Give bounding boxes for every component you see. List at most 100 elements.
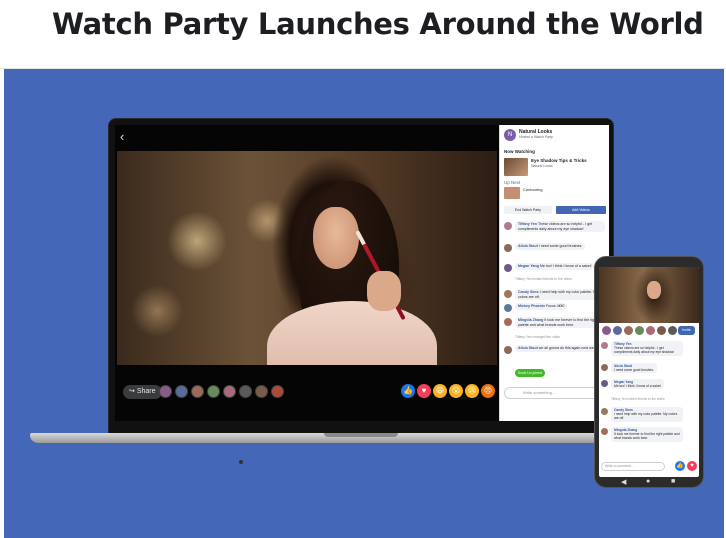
headline: Watch Party Launches Around the World [52,7,704,41]
commenter-avatar[interactable] [504,244,512,252]
love-reaction-icon[interactable]: ♥ [417,384,431,398]
phone-viewer-avatar[interactable] [646,326,655,335]
phone-commenter-avatar[interactable] [601,408,608,415]
phone-viewer-avatar[interactable] [657,326,666,335]
video-subject-shoulder [267,301,437,365]
haha-reaction-icon[interactable]: 😆 [433,384,447,398]
phone-invite-notice: Tiffany Yen invited friends to the video [611,397,665,401]
commenter-name[interactable]: Mingola Zhang [518,318,544,322]
comment-bubble: Mingola Zhang It took me forever to find… [515,317,605,329]
now-watching-subtitle: Natural Looks [531,164,553,168]
share-button[interactable]: ↪ Share [123,385,162,399]
phone-viewer-avatar[interactable] [613,326,622,335]
commenter-avatar[interactable] [504,304,512,312]
video-player[interactable] [117,151,497,365]
viewer-avatar[interactable] [175,385,188,398]
commenter-avatar[interactable] [504,318,512,326]
sad-reaction-icon[interactable]: 😢 [465,384,479,398]
add-videos-button[interactable]: Add Videos [556,206,606,214]
change-notice: Tiffany Yen changed the video [515,335,561,339]
end-watch-party-button[interactable]: End Watch Party [504,206,552,214]
commenter-avatar[interactable] [504,222,512,230]
phone-invite-button[interactable]: Invite [678,326,695,335]
phone-viewer-avatar[interactable] [624,326,633,335]
comment-text: Me too! I think I know of a salon! [539,264,592,268]
phone-home-icon[interactable]: ● [646,478,650,485]
phone-commenter-avatar[interactable] [601,342,608,349]
back-arrow-icon[interactable]: ‹ [120,129,124,144]
joined-pill: Scott Lin joined [515,369,545,377]
laptop-notch [324,433,398,437]
page-subtitle: Hosted a Watch Party [519,135,553,139]
video-area: ‹ ↪ Share 👍 ♥ 😆 😮 😢 😠 [115,125,499,421]
phone-comment-bubble: Mingola Zhang It took me forever to find … [611,427,683,442]
comment-bubble: Alicia Stout I need some good brushes. [515,243,586,250]
up-next-title: Contouring [523,187,543,192]
viewer-avatar[interactable] [239,385,252,398]
phone: Invite Tiffany Yen These videos are so he… [594,256,704,488]
viewer-avatar[interactable] [255,385,268,398]
phone-commenter-avatar[interactable] [601,428,608,435]
phone-back-icon[interactable]: ◀ [621,478,626,486]
phone-commenter-avatar[interactable] [601,380,608,387]
comment-text: I need some good brushes. [538,244,583,248]
phone-comment-text: These videos are so helpful - I get comp… [614,346,675,355]
commenter-name[interactable]: Mickey Phoenix [518,304,546,308]
viewer-avatar[interactable] [223,385,236,398]
now-watching-label: Now Watching [504,149,535,154]
page-header: N Natural Looks Hosted a Watch Party [504,129,606,143]
reaction-bar: ↪ Share 👍 ♥ 😆 😮 😢 😠 [115,381,499,403]
wow-reaction-icon[interactable]: 😮 [449,384,463,398]
comment-bubble: Alicia Stout we all gonna do this again … [515,345,604,352]
phone-comment-bubble: Candy Sims I need help with my color pale… [611,407,683,422]
phone-viewer-avatar[interactable] [668,326,677,335]
watch-party-panel: N Natural Looks Hosted a Watch Party Now… [499,125,609,421]
video-subject-hand [367,271,401,311]
commenter-name[interactable]: Alicia Stout [518,244,539,248]
viewer-avatar[interactable] [207,385,220,398]
phone-video-subject [647,281,661,299]
now-watching-thumbnail[interactable] [504,158,528,176]
commenter-avatar[interactable] [504,264,512,272]
phone-comment-bubble: Megan Yang Me too! I think I know of a sa… [611,379,665,390]
phone-recent-icon[interactable]: ■ [671,478,675,485]
phone-video-player[interactable] [599,267,699,323]
up-next-thumbnail[interactable] [504,187,520,199]
commenter-avatar[interactable] [504,290,512,298]
phone-comment-text: Me too! I think I know of a salon! [614,384,662,389]
commenter-name[interactable]: Megan Yang [518,264,540,268]
comment-bubble: Candy Sims I need help with my color pal… [515,289,605,301]
viewer-avatar[interactable] [191,385,204,398]
commenter-name[interactable]: Alicia Stout [518,346,539,350]
viewer-avatar[interactable] [271,385,284,398]
phone-viewer-avatar[interactable] [602,326,611,335]
phone-love-icon[interactable]: ♥ [687,461,697,471]
angry-reaction-icon[interactable]: 😠 [481,384,495,398]
phone-comment-bubble: Tiffany Yen These videos are so helpful -… [611,341,683,356]
commenter-avatar[interactable] [504,346,512,354]
like-reaction-icon[interactable]: 👍 [401,384,415,398]
phone-commenter-avatar[interactable] [601,364,608,371]
laptop-screen: ‹ ↪ Share 👍 ♥ 😆 😮 😢 😠 N Natural Looks Ho… [115,125,609,421]
commenter-name[interactable]: Candy Sims [518,290,540,294]
hero-stage: ‹ ↪ Share 👍 ♥ 😆 😮 😢 😠 N Natural Looks Ho… [4,69,724,538]
viewer-avatar[interactable] [159,385,172,398]
phone-comment-bubble: Alicia Stout I need some good brushes. [611,363,657,374]
comment-input[interactable]: Write something... [504,387,606,399]
invite-notice: Tiffany Yen invited friends to the video [515,277,572,281]
phone-comment-text: It took me forever to find the right pal… [614,432,680,441]
page-avatar[interactable]: N [504,129,516,141]
phone-like-icon[interactable]: 👍 [675,461,685,471]
phone-screen: Invite Tiffany Yen These videos are so he… [599,267,699,477]
up-next-label: Up Next [504,180,521,185]
now-watching-title: Eye Shadow Tips & Tricks [531,158,587,163]
webcam-dot [239,460,243,464]
video-subject-face [313,207,359,269]
commenter-name[interactable]: Tiffany Yen [518,222,538,226]
phone-comment-input[interactable]: Write a comment... [601,462,665,471]
comment-bubble: Megan Yang Me too! I think I know of a s… [515,263,595,270]
phone-viewer-avatar[interactable] [635,326,644,335]
headline-bar: Watch Party Launches Around the World [0,0,726,69]
phone-comment-text: I need help with my color palette. My co… [614,412,678,421]
phone-nav-bar: ◀ ● ■ [595,478,705,488]
